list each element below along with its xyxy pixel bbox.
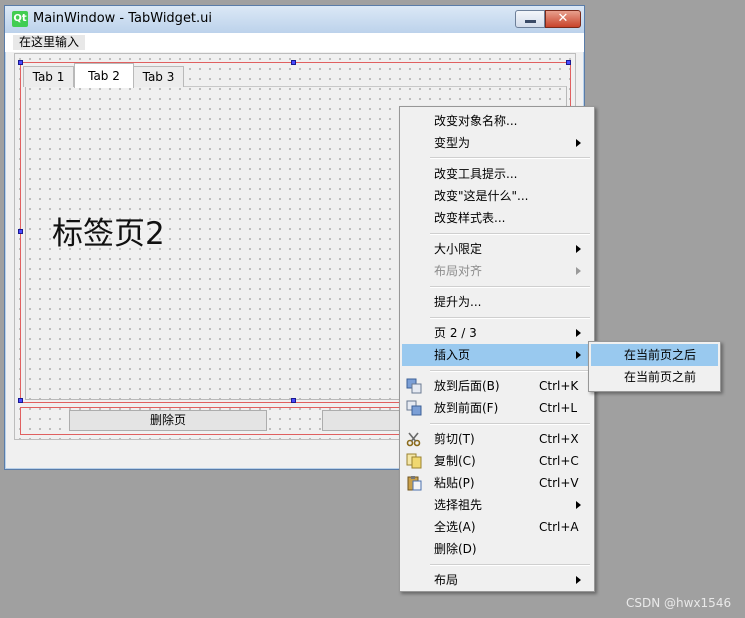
tab-1[interactable]: Tab 1 <box>23 66 74 87</box>
resize-handle-left[interactable] <box>18 229 23 234</box>
menu-item-label: 复制(C) <box>434 454 476 468</box>
submenu-item-label: 在当前页之前 <box>624 370 697 384</box>
menu-item-label: 页 2 / 3 <box>434 326 477 340</box>
menu-item-label: 放到后面(B) <box>434 379 500 393</box>
menu-item-send-to-back[interactable]: 放到后面(B) Ctrl+K <box>402 375 592 397</box>
insert-page-submenu: 在当前页之后 在当前页之前 <box>588 341 721 392</box>
menu-item-label: 删除(D) <box>434 542 477 556</box>
menu-item-shortcut: Ctrl+C <box>539 454 579 468</box>
copy-icon <box>406 453 422 469</box>
resize-handle-top-left[interactable] <box>18 60 23 65</box>
menu-item-shortcut: Ctrl+A <box>539 520 579 534</box>
menu-item-promote-to[interactable]: 提升为... <box>402 291 592 313</box>
menu-item-label: 变型为 <box>434 136 471 150</box>
minimize-icon <box>525 20 536 23</box>
menu-item-select-all[interactable]: 全选(A) Ctrl+A <box>402 516 592 538</box>
menu-item-label: 改变对象名称... <box>434 114 518 128</box>
context-menu: 改变对象名称... 变型为 改变工具提示... 改变"这是什么"... 改变样式… <box>399 106 595 592</box>
menu-item-label: 改变工具提示... <box>434 167 518 181</box>
menu-item-label: 改变样式表... <box>434 211 506 225</box>
submenu-item-before-current-page[interactable]: 在当前页之前 <box>591 366 718 388</box>
menu-separator <box>430 423 590 425</box>
send-to-back-icon <box>406 378 422 394</box>
menu-item-label: 改变"这是什么"... <box>434 189 529 203</box>
minimize-button[interactable] <box>515 10 545 28</box>
submenu-item-label: 在当前页之后 <box>624 348 697 362</box>
window-title: MainWindow - TabWidget.ui <box>33 11 213 26</box>
menu-item-label: 放到前面(F) <box>434 401 499 415</box>
bring-to-front-icon <box>406 400 422 416</box>
menu-item-change-whats-this[interactable]: 改变"这是什么"... <box>402 185 592 207</box>
resize-handle-bottom[interactable] <box>291 398 296 403</box>
menu-item-label: 插入页 <box>434 348 471 362</box>
menu-item-label: 提升为... <box>434 295 482 309</box>
menu-item-shortcut: Ctrl+K <box>539 379 579 393</box>
resize-handle-top[interactable] <box>291 60 296 65</box>
menu-item-cut[interactable]: 剪切(T) Ctrl+X <box>402 428 592 450</box>
menu-item-change-tooltip[interactable]: 改变工具提示... <box>402 163 592 185</box>
menu-item-change-object-name[interactable]: 改变对象名称... <box>402 110 592 132</box>
resize-handle-bottom-left[interactable] <box>18 398 23 403</box>
menu-item-label: 全选(A) <box>434 520 476 534</box>
menu-item-select-ancestor[interactable]: 选择祖先 <box>402 494 592 516</box>
submenu-arrow-icon <box>576 576 581 584</box>
scissors-icon <box>406 432 421 447</box>
menu-separator <box>430 564 590 566</box>
resize-handle-top-right[interactable] <box>566 60 571 65</box>
menu-separator <box>430 317 590 319</box>
menu-item-insert-page[interactable]: 插入页 <box>402 344 592 366</box>
watermark: CSDN @hwx1546 <box>626 596 732 610</box>
menu-item-label: 布局 <box>434 573 459 587</box>
menu-item-layout[interactable]: 布局 <box>402 569 592 591</box>
submenu-arrow-icon <box>576 329 581 337</box>
menu-separator <box>430 286 590 288</box>
submenu-arrow-icon <box>576 245 581 253</box>
tab-page-label: 标签页2 <box>52 216 165 252</box>
menu-item-shortcut: Ctrl+X <box>539 432 579 446</box>
menu-item-shortcut: Ctrl+V <box>539 476 579 490</box>
menu-separator <box>430 157 590 159</box>
delete-page-button[interactable]: 删除页 <box>69 410 267 431</box>
submenu-arrow-icon <box>576 501 581 509</box>
title-bar[interactable]: Qt MainWindow - TabWidget.ui ✕ <box>5 6 584 34</box>
menu-separator <box>430 370 590 372</box>
submenu-arrow-icon <box>576 267 581 275</box>
menu-item-label: 大小限定 <box>434 242 483 256</box>
menu-item-page-index[interactable]: 页 2 / 3 <box>402 322 592 344</box>
menu-item-label: 粘贴(P) <box>434 476 475 490</box>
paste-icon <box>407 476 422 491</box>
menu-item-morph-into[interactable]: 变型为 <box>402 132 592 154</box>
submenu-item-after-current-page[interactable]: 在当前页之后 <box>591 344 718 366</box>
menu-separator <box>430 233 590 235</box>
menu-bar: 在这里输入 <box>5 33 584 52</box>
secondary-button[interactable] <box>322 410 402 431</box>
menu-item-bring-to-front[interactable]: 放到前面(F) Ctrl+L <box>402 397 592 419</box>
menu-type-here-placeholder[interactable]: 在这里输入 <box>13 35 86 50</box>
menu-item-label: 选择祖先 <box>434 498 483 512</box>
menu-item-delete[interactable]: 删除(D) <box>402 538 592 560</box>
menu-item-paste[interactable]: 粘贴(P) Ctrl+V <box>402 472 592 494</box>
menu-item-shortcut: Ctrl+L <box>539 401 578 415</box>
qt-logo-icon: Qt <box>12 11 28 27</box>
submenu-arrow-icon <box>576 139 581 147</box>
tab-2[interactable]: Tab 2 <box>74 63 134 88</box>
tab-3[interactable]: Tab 3 <box>133 66 184 87</box>
menu-item-label: 布局对齐 <box>434 264 483 278</box>
menu-item-label: 剪切(T) <box>434 432 475 446</box>
menu-item-copy[interactable]: 复制(C) Ctrl+C <box>402 450 592 472</box>
menu-item-layout-alignment: 布局对齐 <box>402 260 592 282</box>
menu-item-size-constraints[interactable]: 大小限定 <box>402 238 592 260</box>
menu-item-change-stylesheet[interactable]: 改变样式表... <box>402 207 592 229</box>
close-button[interactable]: ✕ <box>545 10 581 28</box>
submenu-arrow-icon <box>576 351 581 359</box>
close-icon: ✕ <box>557 11 569 26</box>
